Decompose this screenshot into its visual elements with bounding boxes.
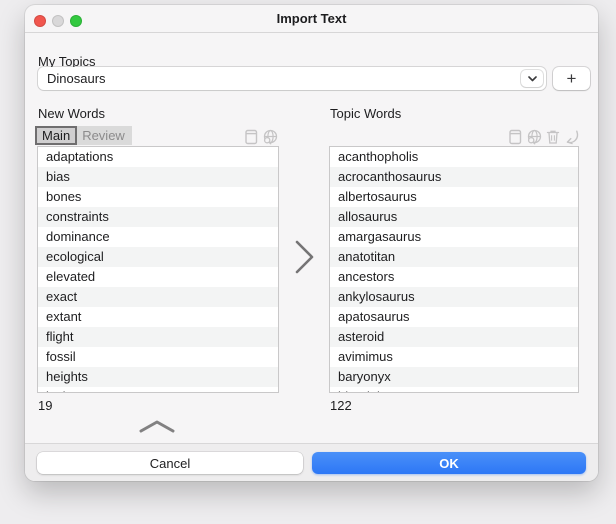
list-item[interactable]: ancestors	[330, 267, 578, 287]
zoom-button[interactable]	[70, 15, 82, 27]
list-item[interactable]: acanthopholis	[330, 147, 578, 167]
new-words-title: New Words	[38, 106, 105, 121]
book-icon[interactable]	[242, 128, 260, 146]
new-words-tabs: Main Review	[35, 126, 132, 145]
list-item[interactable]: asteroid	[330, 327, 578, 347]
list-item[interactable]: bones	[38, 187, 278, 207]
plus-icon: +	[566, 68, 577, 88]
list-item[interactable]: bipedal	[330, 387, 578, 392]
collapse-button[interactable]	[137, 417, 177, 435]
topics-dropdown-value: Dinosaurs	[47, 71, 106, 86]
list-item[interactable]: ecological	[38, 247, 278, 267]
topics-dropdown[interactable]: Dinosaurs	[38, 67, 546, 90]
tab-review[interactable]: Review	[77, 126, 132, 145]
traffic-lights	[34, 15, 82, 27]
new-words-list[interactable]: adaptations bias bones constraints dominance…	[38, 147, 278, 392]
topic-words-list[interactable]: acanthopholis acrocanthosaurus albertosaur…	[330, 147, 578, 392]
trash-icon[interactable]	[544, 128, 562, 146]
list-item[interactable]: extant	[38, 307, 278, 327]
book-icon[interactable]	[506, 128, 524, 146]
minimize-button[interactable]	[52, 15, 64, 27]
new-words-toolbar	[242, 128, 279, 146]
titlebar[interactable]: Import Text	[25, 5, 598, 33]
list-item[interactable]: flight	[38, 327, 278, 347]
list-item[interactable]: apatosaurus	[330, 307, 578, 327]
list-item[interactable]: heights	[38, 367, 278, 387]
import-text-dialog: Import Text My Topics Dinosaurs + New Wo…	[25, 5, 598, 481]
new-words-count: 19	[38, 398, 53, 413]
undo-icon[interactable]	[563, 128, 581, 146]
close-button[interactable]	[34, 15, 46, 27]
list-item[interactable]: adaptations	[38, 147, 278, 167]
chevron-right-icon	[295, 240, 314, 274]
dialog-footer: Cancel OK	[25, 443, 598, 481]
cancel-button[interactable]: Cancel	[37, 452, 303, 474]
list-item[interactable]: albertosaurus	[330, 187, 578, 207]
list-item[interactable]: allosaurus	[330, 207, 578, 227]
list-item[interactable]: acrocanthosaurus	[330, 167, 578, 187]
window-title: Import Text	[276, 11, 347, 26]
list-item[interactable]: amargasaurus	[330, 227, 578, 247]
chevron-down-icon[interactable]	[521, 70, 543, 87]
list-item[interactable]: constraints	[38, 207, 278, 227]
chevron-up-icon	[139, 420, 175, 433]
list-item[interactable]: dominance	[38, 227, 278, 247]
list-item[interactable]: avimimus	[330, 347, 578, 367]
list-item[interactable]: baryonyx	[330, 367, 578, 387]
add-topic-button[interactable]: +	[553, 67, 590, 90]
list-item[interactable]: anatotitan	[330, 247, 578, 267]
list-item[interactable]: bias	[38, 167, 278, 187]
move-right-button[interactable]	[291, 237, 319, 277]
ok-button[interactable]: OK	[312, 452, 586, 474]
topic-words-count: 122	[330, 398, 352, 413]
web-search-icon[interactable]	[261, 128, 279, 146]
list-item[interactable]: elevated	[38, 267, 278, 287]
list-item[interactable]: exact	[38, 287, 278, 307]
topic-words-toolbar	[506, 128, 581, 146]
list-item[interactable]: inches	[38, 387, 278, 392]
list-item[interactable]: ankylosaurus	[330, 287, 578, 307]
topic-words-title: Topic Words	[330, 106, 402, 121]
web-search-icon[interactable]	[525, 128, 543, 146]
list-item[interactable]: fossil	[38, 347, 278, 367]
tab-main[interactable]: Main	[35, 126, 78, 145]
